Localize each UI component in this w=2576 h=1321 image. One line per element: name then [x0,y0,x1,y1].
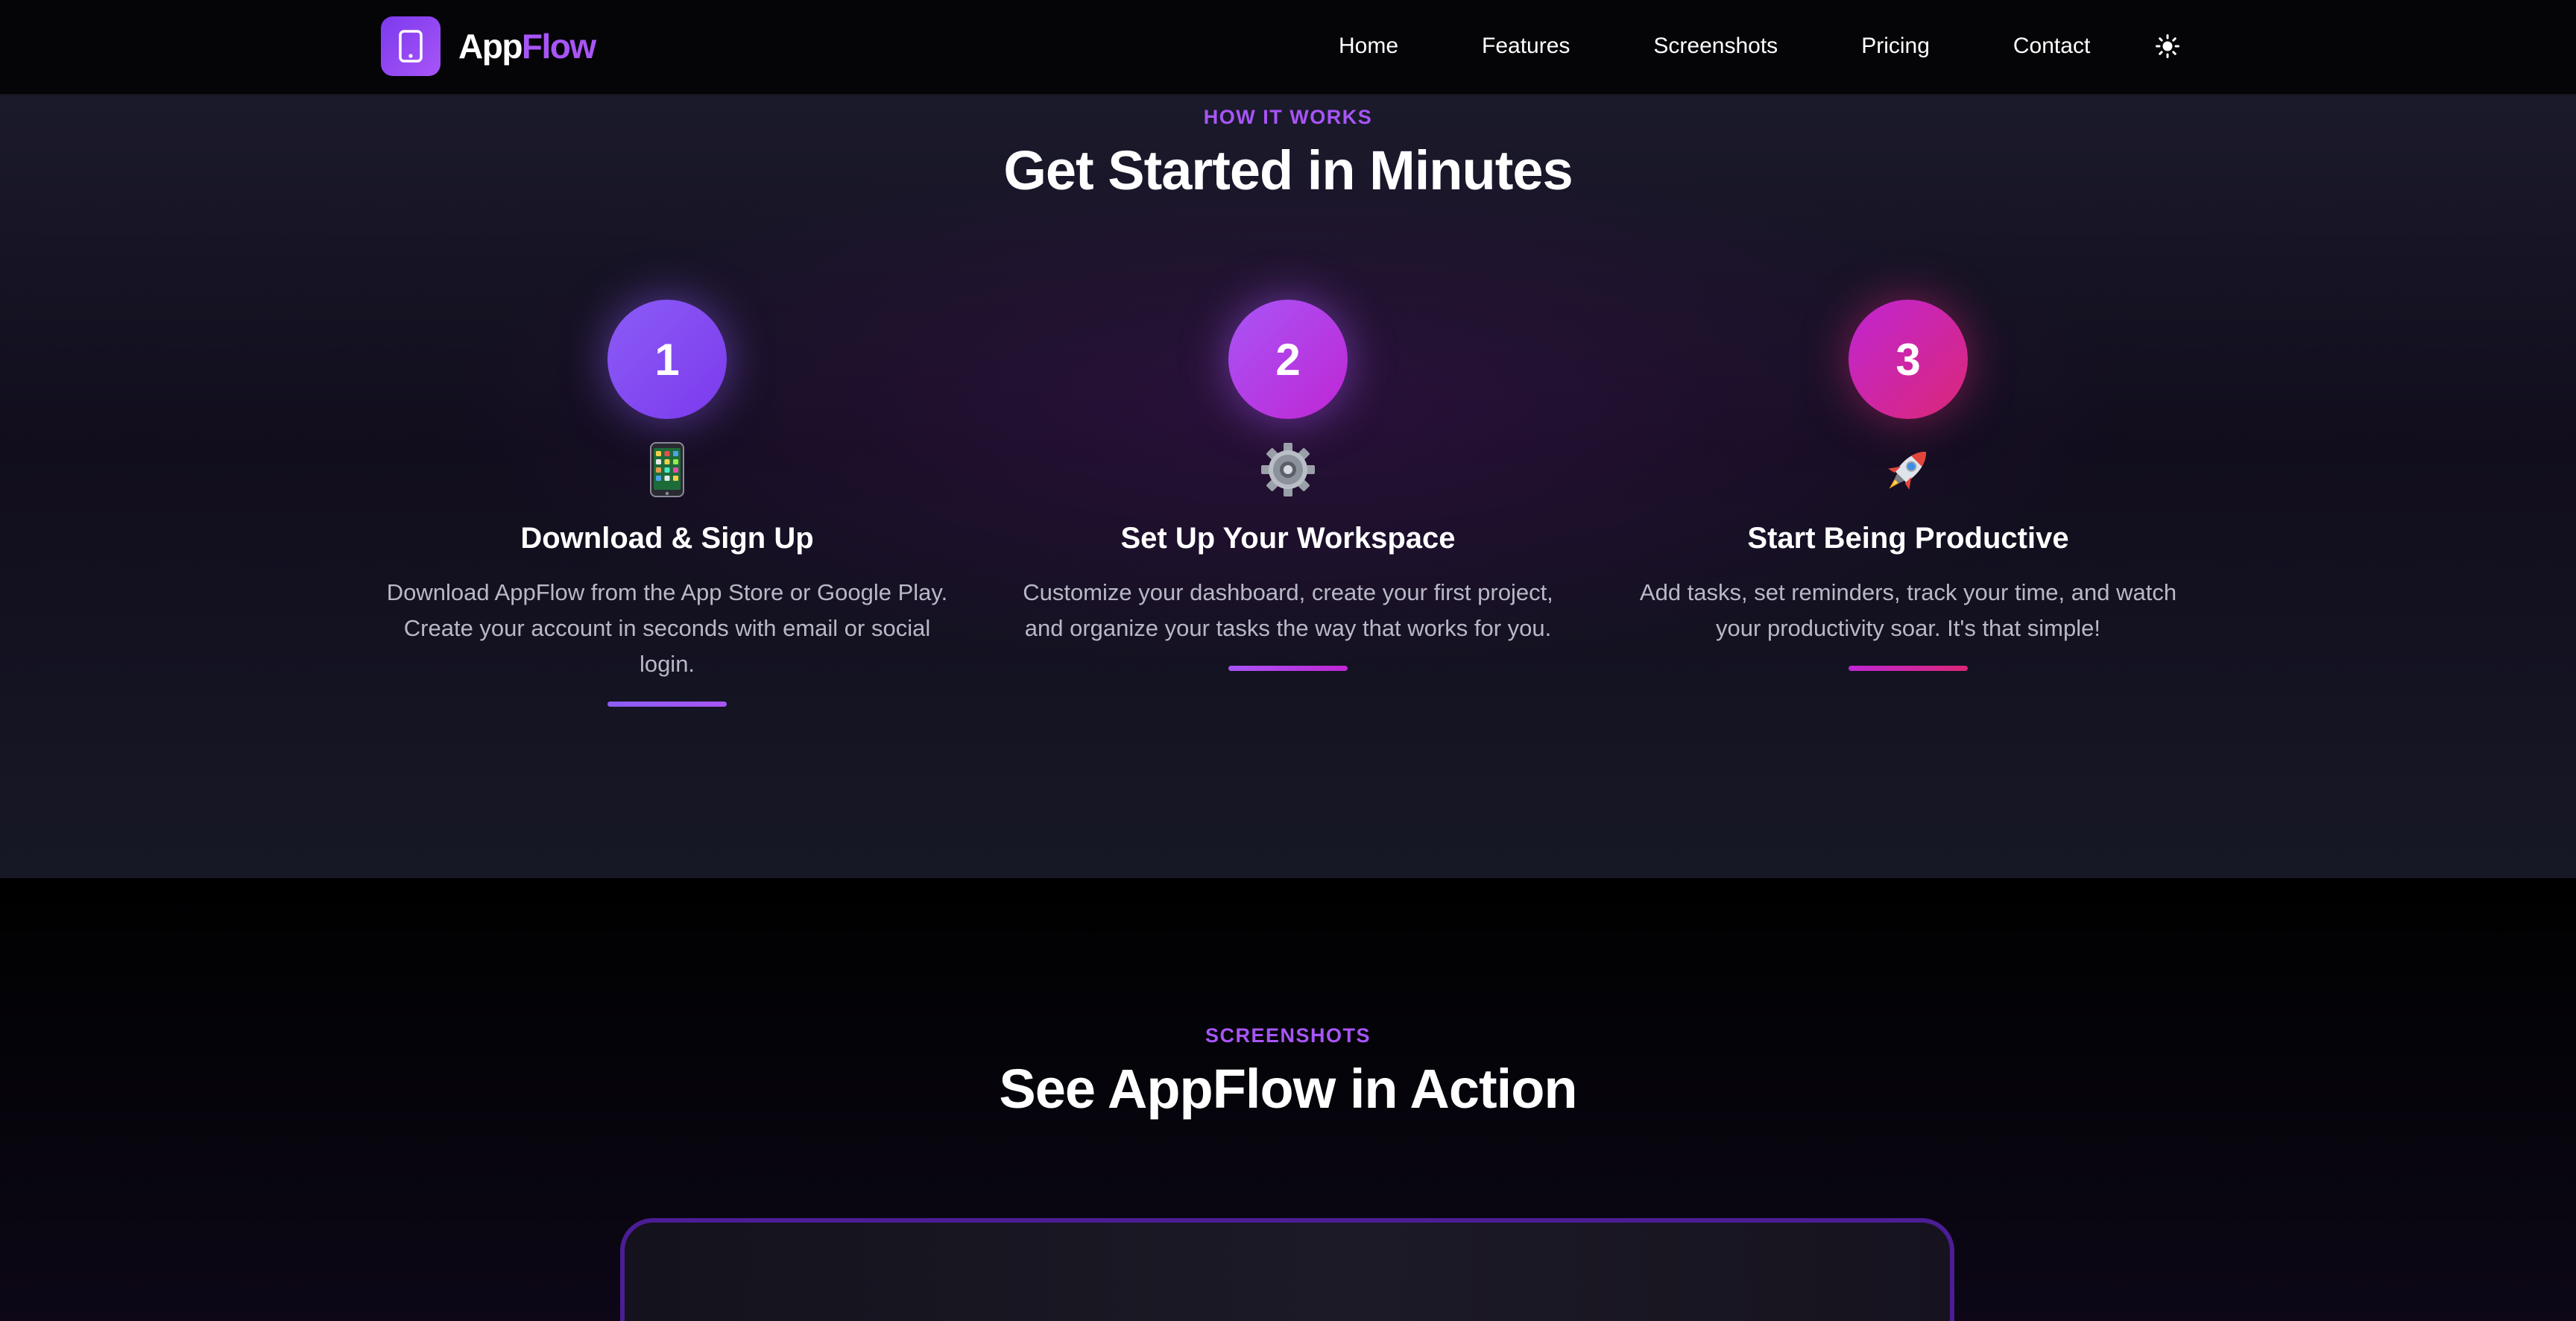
page: AppFlow Home Features Screenshots Pricin… [0,0,2576,1321]
nav-link-features[interactable]: Features [1482,34,1570,59]
step-card: 1 Download & Sign Up Download AppFlow fr… [384,300,950,707]
nav-link-pricing[interactable]: Pricing [1861,34,1930,59]
step-accent-bar [1228,666,1348,671]
step-heading: Download & Sign Up [520,522,814,555]
phone-icon [381,16,441,76]
step-description: Add tasks, set reminders, track your tim… [1639,579,2177,641]
nav-link-contact[interactable]: Contact [2013,34,2090,59]
app-screenshot-frame [620,1218,1954,1321]
sun-icon [2156,34,2179,58]
brand-name-app: App [458,27,523,66]
mobile-phone-icon [384,434,950,505]
step-number: 3 [1849,300,1968,419]
how-it-works-section: HOW IT WORKS Get Started in Minutes 1 Do… [0,94,2576,880]
step-number: 2 [1228,300,1348,419]
theme-toggle-button[interactable] [2153,31,2182,61]
screenshots-eyebrow: SCREENSHOTS [1205,1024,1371,1047]
how-it-works-eyebrow: HOW IT WORKS [1203,106,1373,128]
step-heading: Set Up Your Workspace [1120,522,1456,555]
brand-link[interactable]: AppFlow [381,16,596,77]
step-card: 3 Start Being Productive Add tasks, set … [1625,300,2191,671]
screenshots-section: SCREENSHOTS See AppFlow in Action [0,878,2576,1321]
brand-name-flow: Flow [521,27,596,66]
step-description: Download AppFlow from the App Store or G… [386,579,948,677]
step-heading: Start Being Productive [1747,522,2069,555]
step-description: Customize your dashboard, create your fi… [1023,579,1553,641]
navbar: AppFlow Home Features Screenshots Pricin… [0,0,2576,95]
brand-name: AppFlow [458,26,596,66]
nav-links: Home Features Screenshots Pricing Contac… [1339,0,2090,92]
how-it-works-title: Get Started in Minutes [1003,139,1573,201]
screenshots-title: See AppFlow in Action [999,1058,1577,1120]
step-number: 1 [607,300,727,419]
nav-link-home[interactable]: Home [1339,34,1398,59]
nav-link-screenshots[interactable]: Screenshots [1653,34,1778,59]
step-accent-bar [1849,666,1968,671]
gear-icon [1005,434,1571,505]
step-accent-bar [607,702,727,707]
rocket-icon [1625,434,2191,505]
step-card: 2 Set Up Your Workspace Customize your d… [1005,300,1571,671]
